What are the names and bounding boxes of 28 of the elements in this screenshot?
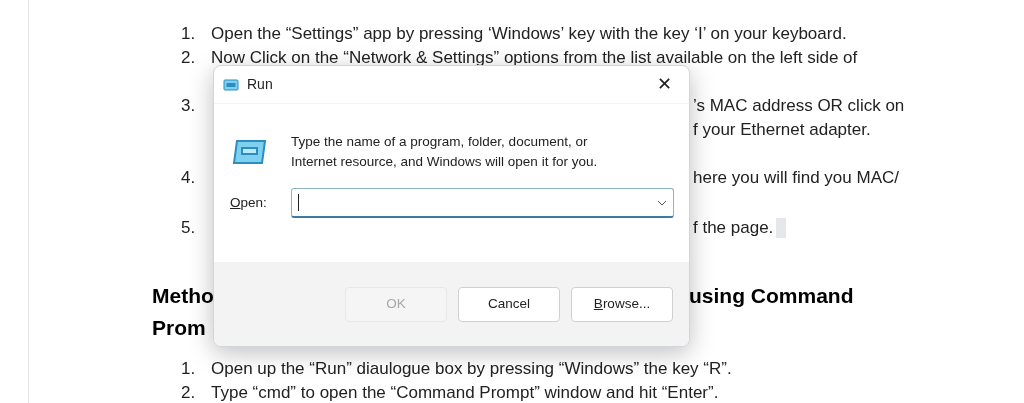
list-text: f your Ethernet adapter. xyxy=(693,119,871,141)
list-text: here you will find you MAC/ xyxy=(693,167,899,189)
list-text: Open the “Settings” app by pressing ‘Windows’ key with the key ‘I’ on your keyboard. xyxy=(211,23,847,45)
open-label: Open: xyxy=(230,193,268,212)
list-text: ’s MAC address OR click on xyxy=(693,95,905,117)
run-icon xyxy=(231,139,267,165)
list-number: 5. xyxy=(181,217,197,239)
heading-text: using Command xyxy=(689,283,854,309)
run-icon xyxy=(223,78,239,91)
heading-text: Metho xyxy=(152,283,213,309)
description-text: Type the name of a program, folder, document, or Internet resource, and Windows will open it for you. xyxy=(291,133,599,171)
list-number: 1. xyxy=(181,23,197,45)
list-number: 2. xyxy=(181,47,197,69)
chevron-down-icon[interactable] xyxy=(657,199,667,206)
dialog-button[interactable]: Cancel xyxy=(458,286,560,322)
list-number: 3. xyxy=(181,95,197,117)
close-button[interactable]: ✕ xyxy=(652,72,676,97)
dialog-button[interactable]: Browse... xyxy=(571,286,673,322)
window-title: Run xyxy=(247,75,273,94)
list-text: f the page. xyxy=(693,217,774,239)
heading-text: Prom xyxy=(152,315,207,341)
list-number: 2. xyxy=(181,382,197,403)
list-number: 4. xyxy=(181,167,197,189)
open-combobox[interactable] xyxy=(291,188,674,218)
list-text: Type “cmd” to open the “Command Prompt” window and hit “Enter”. xyxy=(211,382,719,403)
list-text: Now Click on the “Network & Settings” options from the list available on the left side of xyxy=(211,47,858,69)
list-number: 1. xyxy=(181,358,197,380)
list-text: Open up the “Run” diaulogue box by pressing “Windows” the key “R”. xyxy=(211,358,732,380)
